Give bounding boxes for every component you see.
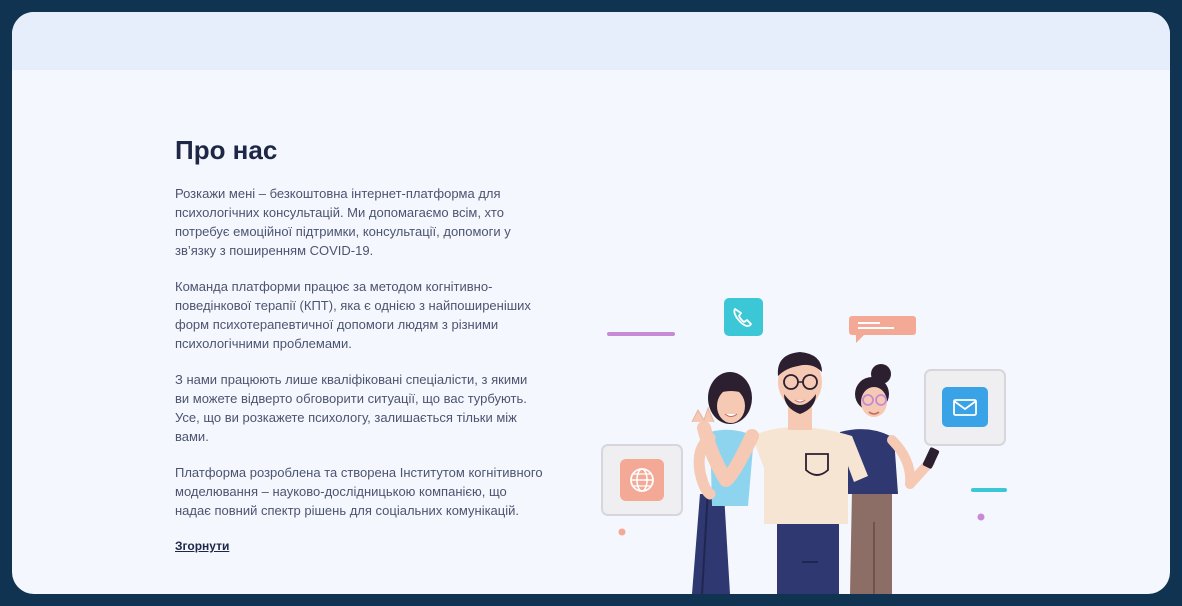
team-illustration <box>592 290 1032 594</box>
team-illustration-svg <box>601 298 1007 594</box>
decor-line-teal <box>971 488 1007 492</box>
about-section: Про нас Розкажи мені – безкоштовна інтер… <box>175 134 545 555</box>
decor-dot-salmon <box>618 528 626 536</box>
decor-dot-purple <box>977 513 985 521</box>
page-frame: Про нас Розкажи мені – безкоштовна інтер… <box>12 12 1170 594</box>
page-title: Про нас <box>175 135 278 165</box>
about-paragraph-4: Платформа розроблена та створена Інститу… <box>175 465 543 518</box>
header-band <box>12 12 1170 70</box>
about-paragraph-3: З нами працюють лише кваліфіковані спеці… <box>175 372 528 444</box>
chat-bubble-icon <box>849 316 916 343</box>
collapse-link[interactable]: Згорнути <box>175 539 229 553</box>
globe-icon <box>601 444 683 516</box>
mail-icon <box>924 369 1006 446</box>
phone-icon <box>724 298 763 336</box>
about-paragraph-2: Команда платформи працює за методом когн… <box>175 279 531 351</box>
about-paragraph-1: Розкажи мені – безкоштовна інтернет-плат… <box>175 186 511 258</box>
decor-line-purple <box>607 332 675 336</box>
